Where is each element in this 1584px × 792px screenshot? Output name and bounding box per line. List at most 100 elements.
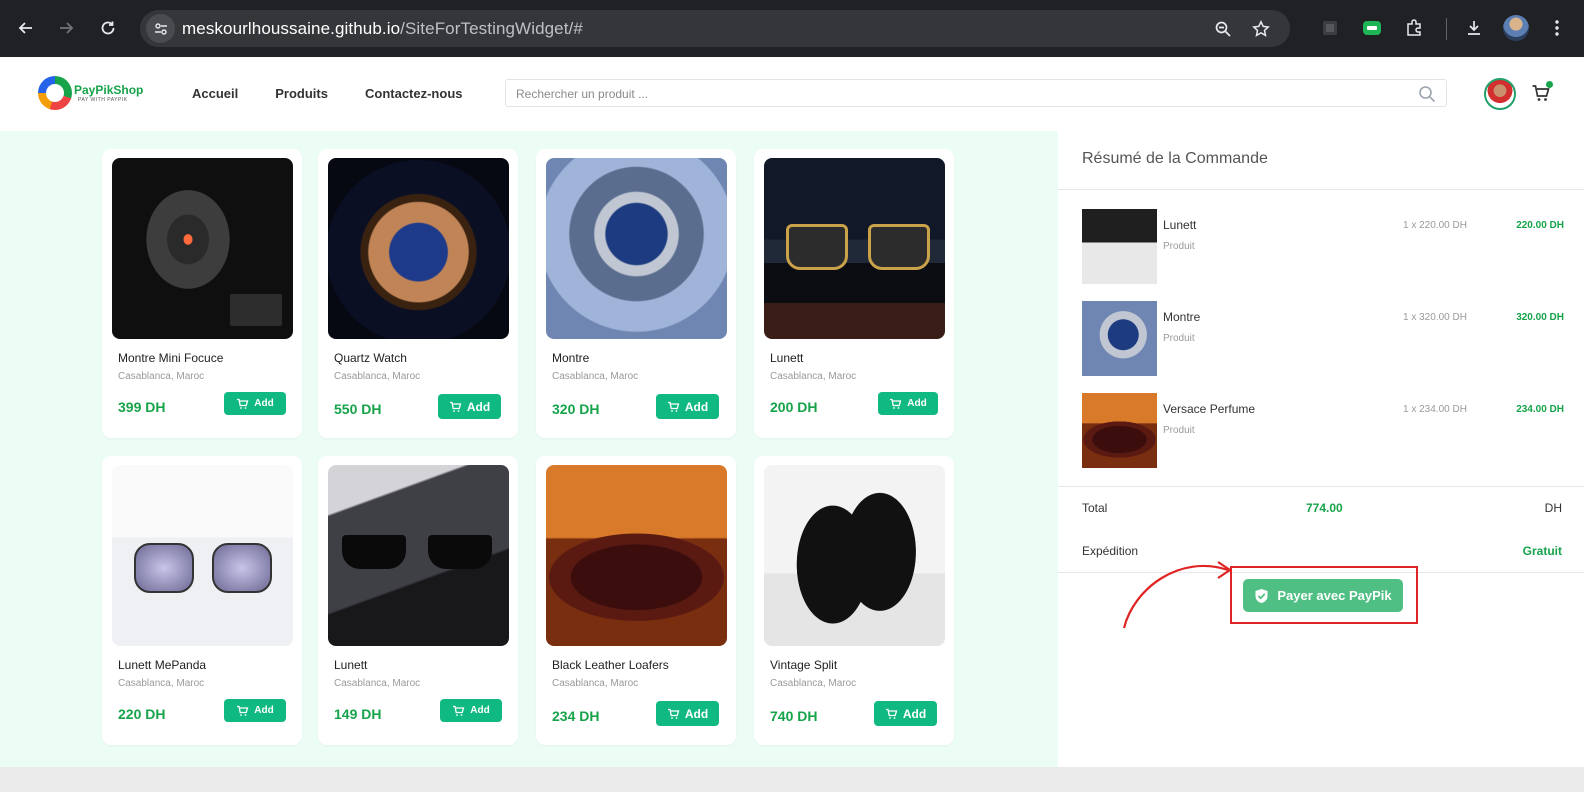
add-button-label: Add: [907, 398, 927, 409]
product-card[interactable]: Montre Mini Focuce Casablanca, Maroc 399…: [102, 149, 302, 438]
order-item-type: Produit: [1163, 333, 1195, 344]
cart-icon: [453, 705, 465, 716]
add-to-cart-button[interactable]: Add: [656, 701, 719, 726]
product-image[interactable]: [328, 158, 509, 339]
green-extension-icon[interactable]: [1358, 14, 1386, 42]
nav-produits[interactable]: Produits: [275, 86, 328, 101]
product-card[interactable]: Lunett Casablanca, Maroc 149 DH Add: [318, 456, 518, 745]
toolbar-separator: [1446, 18, 1447, 40]
extension-icon[interactable]: [1316, 14, 1344, 42]
nav-accueil[interactable]: Accueil: [192, 86, 238, 101]
download-icon[interactable]: [1460, 14, 1488, 42]
reload-icon[interactable]: [94, 14, 122, 42]
paypikshop-logo[interactable]: PayPikShop PAY WITH PAYPIK: [38, 74, 144, 114]
shipping-value: Gratuit: [1522, 544, 1562, 558]
product-price: 320 DH: [552, 401, 600, 417]
product-image[interactable]: [546, 158, 727, 339]
add-to-cart-button[interactable]: Add: [224, 392, 286, 415]
order-item: Montre Produit 1 x 320.00 DH 320.00 DH: [1082, 301, 1564, 377]
add-button-label: Add: [254, 705, 274, 716]
product-location: Casablanca, Maroc: [334, 371, 421, 382]
logo-text: PayPikShop: [74, 83, 144, 97]
search-box: [505, 79, 1447, 107]
product-name: Vintage Split: [770, 658, 838, 672]
product-name: Montre: [552, 351, 590, 365]
divider: [1058, 486, 1584, 487]
total-label: Total: [1082, 501, 1108, 515]
site-header: PayPikShop PAY WITH PAYPIK Accueil Produ…: [0, 57, 1584, 131]
browser-menu-icon[interactable]: [1543, 14, 1571, 42]
add-to-cart-button[interactable]: Add: [874, 701, 937, 726]
product-card[interactable]: Lunett Casablanca, Maroc 200 DH Add: [754, 149, 954, 438]
add-to-cart-button[interactable]: Add: [224, 699, 286, 722]
order-item-total: 220.00 DH: [1516, 220, 1564, 231]
cart-icon: [237, 398, 249, 409]
search-icon[interactable]: [1418, 85, 1436, 103]
add-button-label: Add: [254, 398, 274, 409]
back-icon[interactable]: [12, 14, 40, 42]
add-to-cart-button[interactable]: Add: [438, 394, 501, 419]
site-info-icon[interactable]: [146, 14, 175, 43]
add-button-label: Add: [466, 399, 491, 414]
product-card[interactable]: Black Leather Loafers Casablanca, Maroc …: [536, 456, 736, 745]
forward-icon[interactable]: [52, 14, 80, 42]
cart-badge: [1546, 81, 1553, 88]
product-image[interactable]: [112, 465, 293, 646]
browser-toolbar: meskourlhoussaine.github.io/SiteForTesti…: [0, 0, 1584, 57]
url-host: meskourlhoussaine.github.io: [182, 19, 401, 38]
page-bottom-bar: [0, 767, 1584, 792]
bookmark-star-icon[interactable]: [1250, 18, 1272, 40]
cart-icon: [667, 708, 680, 719]
product-price: 149 DH: [334, 706, 382, 722]
order-item: Lunett Produit 1 x 220.00 DH 220.00 DH: [1082, 209, 1564, 285]
search-input[interactable]: [516, 85, 1376, 103]
cart-icon: [667, 401, 680, 412]
product-name: Black Leather Loafers: [552, 658, 669, 672]
product-name: Quartz Watch: [334, 351, 407, 365]
product-location: Casablanca, Maroc: [770, 371, 857, 382]
product-image[interactable]: [546, 465, 727, 646]
shield-check-icon: [1255, 588, 1268, 603]
product-image[interactable]: [764, 465, 945, 646]
order-item-type: Produit: [1163, 425, 1195, 436]
zoom-icon[interactable]: [1212, 18, 1234, 40]
product-price: 220 DH: [118, 706, 166, 722]
order-item-image: [1082, 209, 1157, 284]
product-price: 200 DH: [770, 399, 818, 415]
order-summary-panel: Résumé de la Commande Lunett Produit 1 x…: [1058, 131, 1584, 767]
product-location: Casablanca, Maroc: [118, 678, 205, 689]
url-text: meskourlhoussaine.github.io/SiteForTesti…: [182, 19, 583, 39]
product-name: Lunett: [334, 658, 368, 672]
product-image[interactable]: [764, 158, 945, 339]
add-to-cart-button[interactable]: Add: [440, 699, 502, 722]
product-card[interactable]: Vintage Split Casablanca, Maroc 740 DH A…: [754, 456, 954, 745]
nav-contactez-nous[interactable]: Contactez-nous: [365, 86, 463, 101]
product-card[interactable]: Lunett MePanda Casablanca, Maroc 220 DH …: [102, 456, 302, 745]
product-image[interactable]: [328, 465, 509, 646]
order-summary-title: Résumé de la Commande: [1082, 150, 1268, 167]
add-to-cart-button[interactable]: Add: [878, 392, 938, 415]
product-card[interactable]: Montre Casablanca, Maroc 320 DH Add: [536, 149, 736, 438]
browser-profile-avatar[interactable]: [1503, 15, 1529, 41]
add-button-label: Add: [684, 706, 709, 721]
order-item-image: [1082, 393, 1157, 468]
order-item-total: 320.00 DH: [1516, 312, 1564, 323]
order-item: Versace Perfume Produit 1 x 234.00 DH 23…: [1082, 393, 1564, 469]
cart-icon: [890, 398, 902, 409]
product-price: 550 DH: [334, 401, 382, 417]
address-bar[interactable]: meskourlhoussaine.github.io/SiteForTesti…: [140, 10, 1290, 47]
product-card[interactable]: Quartz Watch Casablanca, Maroc 550 DH Ad…: [318, 149, 518, 438]
product-name: Lunett MePanda: [118, 658, 207, 672]
puzzle-extensions-icon[interactable]: [1400, 14, 1428, 42]
cart-icon: [237, 705, 249, 716]
total-value: 774.00: [1306, 501, 1343, 515]
user-avatar[interactable]: [1484, 78, 1516, 110]
product-image[interactable]: [112, 158, 293, 339]
add-to-cart-button[interactable]: Add: [656, 394, 719, 419]
pay-with-paypik-button[interactable]: Payer avec PayPik: [1243, 579, 1403, 612]
add-button-label: Add: [902, 706, 927, 721]
total-currency: DH: [1544, 501, 1562, 515]
logo-tagline: PAY WITH PAYPIK: [78, 97, 128, 103]
product-price: 234 DH: [552, 708, 600, 724]
order-item-image: [1082, 301, 1157, 376]
